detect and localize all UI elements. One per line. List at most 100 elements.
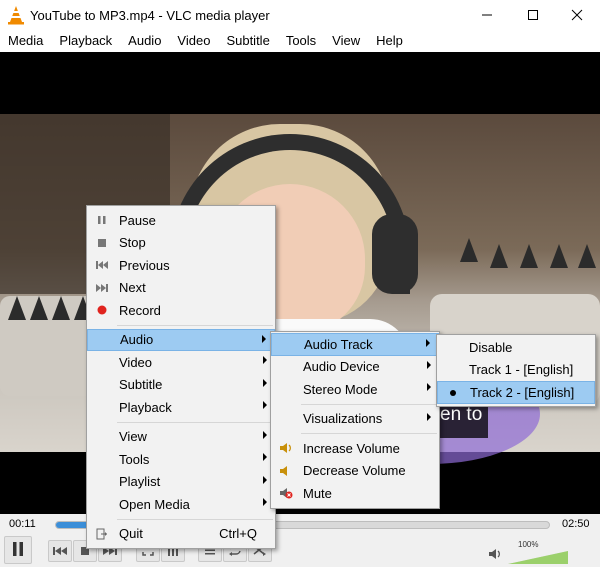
exit-icon xyxy=(95,528,109,540)
menu-item-playback[interactable]: Playback xyxy=(87,396,275,419)
submenu-arrow-icon xyxy=(263,475,267,484)
menu-item-label: Subtitle xyxy=(119,377,163,393)
previous-button[interactable] xyxy=(48,540,72,562)
menu-item-pause[interactable]: Pause xyxy=(87,209,275,232)
total-time: 02:50 xyxy=(562,518,590,530)
menu-item-record[interactable]: Record xyxy=(87,299,275,322)
menu-item-label: View xyxy=(119,429,147,445)
menu-item-open-media[interactable]: Open Media xyxy=(87,493,275,516)
menu-item-label: Stereo Mode xyxy=(303,381,378,397)
vlc-cone-icon xyxy=(4,0,28,30)
menu-item-mute[interactable]: Mute xyxy=(271,482,439,505)
menu-item-playlist[interactable]: Playlist xyxy=(87,471,275,494)
menu-item-audio-track[interactable]: Audio Track xyxy=(271,333,439,356)
menu-item-increase-volume[interactable]: Increase Volume xyxy=(271,437,439,460)
menu-item-label: Playlist xyxy=(119,474,161,490)
volume-slider[interactable]: 100% xyxy=(508,540,582,564)
menu-playback[interactable]: Playback xyxy=(51,30,120,52)
elapsed-time: 00:11 xyxy=(9,518,36,530)
menu-item-video[interactable]: Video xyxy=(87,351,275,374)
next-icon xyxy=(95,282,109,294)
menu-item-disable[interactable]: Disable xyxy=(437,336,595,359)
menu-separator xyxy=(117,421,273,423)
submenu-arrow-icon xyxy=(427,412,431,421)
volume-up-icon xyxy=(279,442,293,454)
submenu-arrow-icon xyxy=(263,401,267,409)
menu-item-label: Record xyxy=(119,302,161,318)
menu-item-track-2[interactable]: Track 2 - [English] xyxy=(437,381,595,404)
menu-item-decrease-volume[interactable]: Decrease Volume xyxy=(271,460,439,483)
submenu-arrow-icon xyxy=(263,498,267,506)
menu-subtitle[interactable]: Subtitle xyxy=(218,30,277,52)
submenu-arrow-icon xyxy=(263,378,267,387)
menu-item-stereo-mode[interactable]: Stereo Mode xyxy=(271,378,439,401)
menu-separator xyxy=(117,518,273,520)
menu-item-label: Track 2 - [English] xyxy=(470,384,575,400)
menu-audio[interactable]: Audio xyxy=(120,30,169,52)
menu-item-label: Video xyxy=(119,354,153,370)
menu-item-label: Open Media xyxy=(119,496,190,512)
record-icon xyxy=(95,304,109,316)
menu-item-subtitle[interactable]: Subtitle xyxy=(87,374,275,397)
menu-item-label: Playback xyxy=(119,399,172,415)
menu-item-quit[interactable]: Quit Ctrl+Q xyxy=(87,523,275,546)
audio-submenu: Audio Track Audio Device Stereo Mode Vis… xyxy=(270,331,440,509)
menu-tools[interactable]: Tools xyxy=(278,30,324,52)
menu-item-label: Tools xyxy=(119,451,150,467)
menu-item-tools[interactable]: Tools xyxy=(87,448,275,471)
submenu-arrow-icon xyxy=(263,453,267,461)
menu-item-label: Mute xyxy=(303,485,332,501)
minimize-button[interactable] xyxy=(464,0,510,30)
menu-item-label: Next xyxy=(119,280,146,296)
volume-speaker-icon[interactable] xyxy=(488,548,502,563)
menu-separator xyxy=(117,324,273,326)
stop-icon xyxy=(95,237,109,249)
menu-item-audio-device[interactable]: Audio Device xyxy=(271,356,439,379)
menu-item-track-1[interactable]: Track 1 - [English] xyxy=(437,359,595,382)
menu-media[interactable]: Media xyxy=(0,30,51,52)
menu-view[interactable]: View xyxy=(324,30,368,52)
submenu-arrow-icon xyxy=(427,360,431,369)
radio-selected-icon xyxy=(446,387,460,399)
submenu-arrow-icon xyxy=(263,356,267,364)
menu-item-label: Track 1 - [English] xyxy=(469,362,574,378)
menu-item-previous[interactable]: Previous xyxy=(87,254,275,277)
menu-item-stop[interactable]: Stop xyxy=(87,232,275,255)
menu-video[interactable]: Video xyxy=(169,30,218,52)
shortcut-label: Ctrl+Q xyxy=(219,526,257,542)
mute-icon xyxy=(279,487,293,499)
menu-item-label: Increase Volume xyxy=(303,440,400,456)
menu-item-label: Pause xyxy=(119,212,156,228)
menu-item-label: Previous xyxy=(119,257,170,273)
pause-icon xyxy=(95,214,109,226)
close-button[interactable] xyxy=(554,0,600,30)
menu-help[interactable]: Help xyxy=(368,30,411,52)
menu-item-label: Audio Track xyxy=(304,336,373,352)
menu-item-label: Disable xyxy=(469,339,513,355)
menu-item-label: Decrease Volume xyxy=(303,463,406,479)
menu-item-view[interactable]: View xyxy=(87,426,275,449)
submenu-arrow-icon xyxy=(426,339,430,347)
menu-item-audio[interactable]: Audio xyxy=(87,328,275,351)
title-bar: YouTube to MP3.mp4 - VLC media player xyxy=(0,0,600,30)
audio-track-submenu: Disable Track 1 - [English] Track 2 - [E… xyxy=(436,334,596,407)
maximize-button[interactable] xyxy=(510,0,556,30)
menu-item-next[interactable]: Next xyxy=(87,277,275,300)
menu-item-label: Quit xyxy=(119,526,143,542)
menu-item-label: Audio Device xyxy=(303,359,380,375)
pause-icon xyxy=(11,541,25,560)
menu-item-label: Visualizations xyxy=(303,411,383,427)
submenu-arrow-icon xyxy=(427,383,431,391)
context-menu: Pause Stop Previous Next Record Audio Vi… xyxy=(86,205,276,549)
menu-item-label: Audio xyxy=(120,332,154,348)
previous-icon xyxy=(95,259,109,271)
menu-separator xyxy=(301,433,437,434)
volume-down-icon xyxy=(279,465,293,477)
submenu-arrow-icon xyxy=(262,334,266,343)
submenu-arrow-icon xyxy=(263,430,267,439)
pause-button[interactable] xyxy=(4,536,32,564)
menu-item-visualizations[interactable]: Visualizations xyxy=(271,408,439,431)
window-title: YouTube to MP3.mp4 - VLC media player xyxy=(30,7,270,23)
menu-separator xyxy=(301,403,437,405)
menu-bar: Media Playback Audio Video Subtitle Tool… xyxy=(0,30,600,52)
